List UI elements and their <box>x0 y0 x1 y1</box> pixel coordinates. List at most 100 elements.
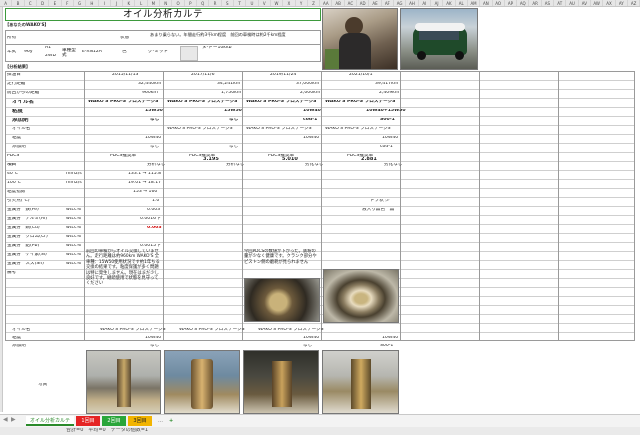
tab-more[interactable]: … <box>154 416 164 426</box>
owner-photo <box>322 8 398 70</box>
column-letter[interactable]: Z <box>308 0 321 6</box>
tab-nav-left-icon[interactable]: ◀ <box>3 417 8 423</box>
column-letter[interactable]: AS <box>542 0 555 6</box>
v40-value: 133.1 → 115.8 <box>128 172 162 176</box>
col-sep-7 <box>558 71 559 341</box>
tab-round-3[interactable]: 3回目 <box>128 416 152 426</box>
column-letter[interactable]: AV <box>579 0 591 6</box>
visc-2-4: 10W40 <box>382 136 399 140</box>
column-letter[interactable]: D <box>37 0 50 6</box>
row-label-oil-name-2: オイル名 <box>12 127 31 131</box>
side-note-1: ドブ状 少 <box>370 199 390 203</box>
vi-value: 153 → 160 <box>133 190 158 194</box>
column-letter[interactable]: X <box>283 0 296 6</box>
column-letter[interactable]: H <box>86 0 99 6</box>
column-letter[interactable]: F <box>62 0 74 6</box>
column-letter[interactable]: G <box>74 0 87 6</box>
column-letter[interactable]: AG <box>394 0 407 6</box>
row-label-viscosity: 粘度 <box>12 109 24 114</box>
column-letter[interactable]: AQ <box>517 0 530 6</box>
remarks-text-2: 今回PDCSの数値が下がった。鉄粉の量が少なく健康です。クランク部分やピストン側… <box>244 249 317 265</box>
column-letter[interactable]: AY <box>616 0 628 6</box>
unit-v40: mm2/s <box>66 172 82 176</box>
oil-name-3b: WAKO'S PRO-S プロステージS <box>246 127 312 131</box>
column-letter[interactable]: AU <box>566 0 579 6</box>
tab-oil-karte[interactable]: オイル分析カルテ <box>26 416 74 426</box>
customer-divider <box>5 44 321 45</box>
tab-nav-right-icon[interactable]: ▶ <box>11 417 16 423</box>
column-letter[interactable]: AW <box>591 0 604 6</box>
column-letter[interactable]: AK <box>443 0 456 6</box>
column-letter[interactable]: AI <box>419 0 431 6</box>
column-letter[interactable]: AL <box>456 0 468 6</box>
visc-2-1: 10W40 <box>145 136 162 140</box>
judge-4: 劣化なし <box>384 163 403 167</box>
lower-oil-1: WAKO'S PRO-S プロステージS <box>100 328 166 332</box>
column-letter[interactable]: W <box>271 0 284 6</box>
al-value: 0.0016下 <box>140 217 161 221</box>
row-label-vi: 粘度指数 <box>7 190 26 194</box>
column-letter[interactable]: AP <box>505 0 518 6</box>
oil-name-4: WAKO'S PRO-S プロステージS <box>325 100 396 104</box>
color-label: 色 <box>122 50 127 54</box>
column-letter[interactable]: AX <box>603 0 616 6</box>
column-letter[interactable]: U <box>246 0 259 6</box>
since-1: 960km <box>142 91 158 95</box>
column-letter[interactable]: AB <box>332 0 345 6</box>
row-label-remarks: 備考 <box>7 271 17 275</box>
unit-fe: wtcc% <box>66 208 81 212</box>
tab-add-icon[interactable]: + <box>165 416 175 426</box>
column-letter[interactable]: E <box>49 0 62 6</box>
sheet-title-band: オイル分析カルテ <box>5 8 321 21</box>
column-letter[interactable]: O <box>172 0 185 6</box>
drive-value: 2WD <box>45 54 57 58</box>
column-letter[interactable]: AC <box>345 0 358 6</box>
unit-al: wtcc% <box>66 217 81 221</box>
column-letter[interactable]: A <box>0 0 13 6</box>
column-letter[interactable]: S <box>222 0 234 6</box>
total-2: 34,241km <box>217 82 241 86</box>
side-note-2: 液入り無色 無 <box>362 208 395 212</box>
column-letter[interactable]: L <box>135 0 148 6</box>
row-label-sn: 金属分 スズ(Sn) <box>7 262 44 266</box>
column-letter[interactable]: AR <box>529 0 542 6</box>
tab-round-1[interactable]: 1回目 <box>76 416 100 426</box>
remarks-text-1: 前回の車検からオイル交換していません。走行距離は約960km WAKO'S 全車… <box>86 249 160 287</box>
row-label-total: 走行距離 <box>7 82 26 86</box>
row-label-additive: 添加剤 <box>12 118 29 123</box>
lower-oil-2: WAKO'S PRO-S プロステージS <box>179 328 245 332</box>
column-letter[interactable]: Q <box>197 0 210 6</box>
column-letter[interactable]: I <box>99 0 111 6</box>
viscosity-4: 10W40+15W50 <box>366 109 406 113</box>
column-letter[interactable]: V <box>259 0 271 6</box>
column-letter[interactable]: AD <box>357 0 370 6</box>
lower-row-visc: 粘度 <box>12 336 22 340</box>
row-label-date: 採油日 <box>7 73 21 77</box>
column-letter[interactable]: AA <box>320 0 333 6</box>
column-letter[interactable]: AM <box>468 0 481 6</box>
row-label-pdcs: PDCS <box>7 154 20 158</box>
model-label: 車種型式 <box>62 48 76 58</box>
tab-round-2[interactable]: 2回目 <box>102 416 126 426</box>
column-letter[interactable]: Y <box>296 0 308 6</box>
unit-pb: wtcc% <box>66 244 81 248</box>
date-4: 2021/10/1 <box>349 73 373 77</box>
column-letter[interactable]: AE <box>369 0 382 6</box>
column-letter[interactable]: P <box>185 0 197 6</box>
column-letter[interactable]: R <box>209 0 222 6</box>
column-letter[interactable]: K <box>123 0 136 6</box>
viscosity-2: 15W50 <box>224 109 242 113</box>
column-letter[interactable]: M <box>148 0 161 6</box>
column-letter[interactable]: AT <box>554 0 567 6</box>
column-letter[interactable]: J <box>111 0 124 6</box>
column-letter[interactable]: AF <box>382 0 394 6</box>
column-letter[interactable]: N <box>160 0 173 6</box>
column-letter[interactable]: AZ <box>628 0 640 6</box>
column-letter[interactable]: AO <box>493 0 505 6</box>
column-letter[interactable]: C <box>25 0 37 6</box>
column-letter[interactable]: AJ <box>431 0 444 6</box>
column-letter[interactable]: AH <box>406 0 419 6</box>
column-letter[interactable]: B <box>12 0 25 6</box>
column-letter[interactable]: AN <box>480 0 493 6</box>
column-letter[interactable]: T <box>234 0 247 6</box>
